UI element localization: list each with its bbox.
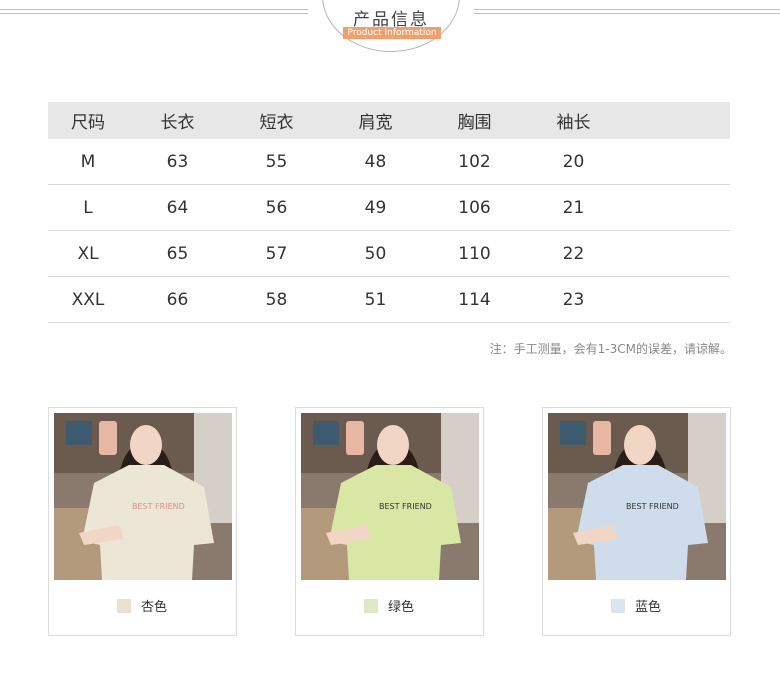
table-cell: 63 [166,151,189,172]
table-cell: 22 [562,243,585,264]
table-cell: L [83,197,93,218]
column-header: 长衣 [160,113,195,133]
svg-text:BEST FRIEND: BEST FRIEND [626,502,679,511]
table-cell: 21 [562,197,585,218]
color-card[interactable]: BEST FRIEND 杏色 [48,407,237,636]
color-swatch [611,599,625,613]
table-row: XL 65 57 50 110 22 [48,231,730,277]
table-cell: 64 [166,197,189,218]
color-swatch [364,599,378,613]
table-cell: 57 [265,243,288,264]
table-cell: 51 [364,289,387,310]
column-header: 袖长 [556,113,591,133]
product-photo: BEST FRIEND [54,413,232,580]
product-photo: BEST FRIEND [301,413,479,580]
product-photo: BEST FRIEND [548,413,726,580]
table-header-row: 尺码 长衣 短衣 肩宽 胸围 袖长 [48,102,730,139]
size-table: 尺码 长衣 短衣 肩宽 胸围 袖长 M 63 55 48 102 20 L 64… [48,102,730,323]
table-row: L 64 56 49 106 21 [48,185,730,231]
svg-text:BEST FRIEND: BEST FRIEND [132,502,185,511]
column-header: 尺码 [71,113,105,133]
color-label: 杏色 [141,600,168,615]
section-subtitle: Product Information [343,27,441,39]
table-row: XXL 66 58 51 114 23 [48,277,730,323]
table-cell: 48 [364,151,387,172]
table-cell: 58 [265,289,288,310]
header-rule-left [0,9,308,10]
table-cell: 20 [562,151,585,172]
table-cell: 50 [364,243,387,264]
header-rule-left [0,13,308,14]
table-cell: XL [77,243,99,264]
measurement-note: 注：手工测量，会有1-3CM的误差，请谅解。 [489,342,732,356]
table-cell: 110 [458,243,491,264]
table-cell: 49 [364,197,387,218]
column-header: 胸围 [457,113,492,133]
table-cell: XXL [71,289,105,310]
color-label: 绿色 [388,600,415,615]
column-header: 短衣 [259,113,294,133]
color-label: 蓝色 [635,600,662,615]
color-card[interactable]: BEST FRIEND 绿色 [295,407,484,636]
table-cell: 23 [562,289,585,310]
color-swatch [117,599,131,613]
table-cell: M [80,151,96,172]
color-card[interactable]: BEST FRIEND 蓝色 [542,407,731,636]
header-rule-right [474,13,780,14]
table-cell: 56 [265,197,288,218]
table-row: M 63 55 48 102 20 [48,139,730,185]
table-cell: 114 [458,289,491,310]
table-cell: 102 [458,151,491,172]
table-cell: 66 [166,289,189,310]
table-cell: 106 [458,197,491,218]
svg-text:BEST FRIEND: BEST FRIEND [379,502,432,511]
table-cell: 65 [166,243,189,264]
table-cell: 55 [265,151,288,172]
column-header: 肩宽 [358,113,393,133]
header-rule-right [474,9,780,10]
